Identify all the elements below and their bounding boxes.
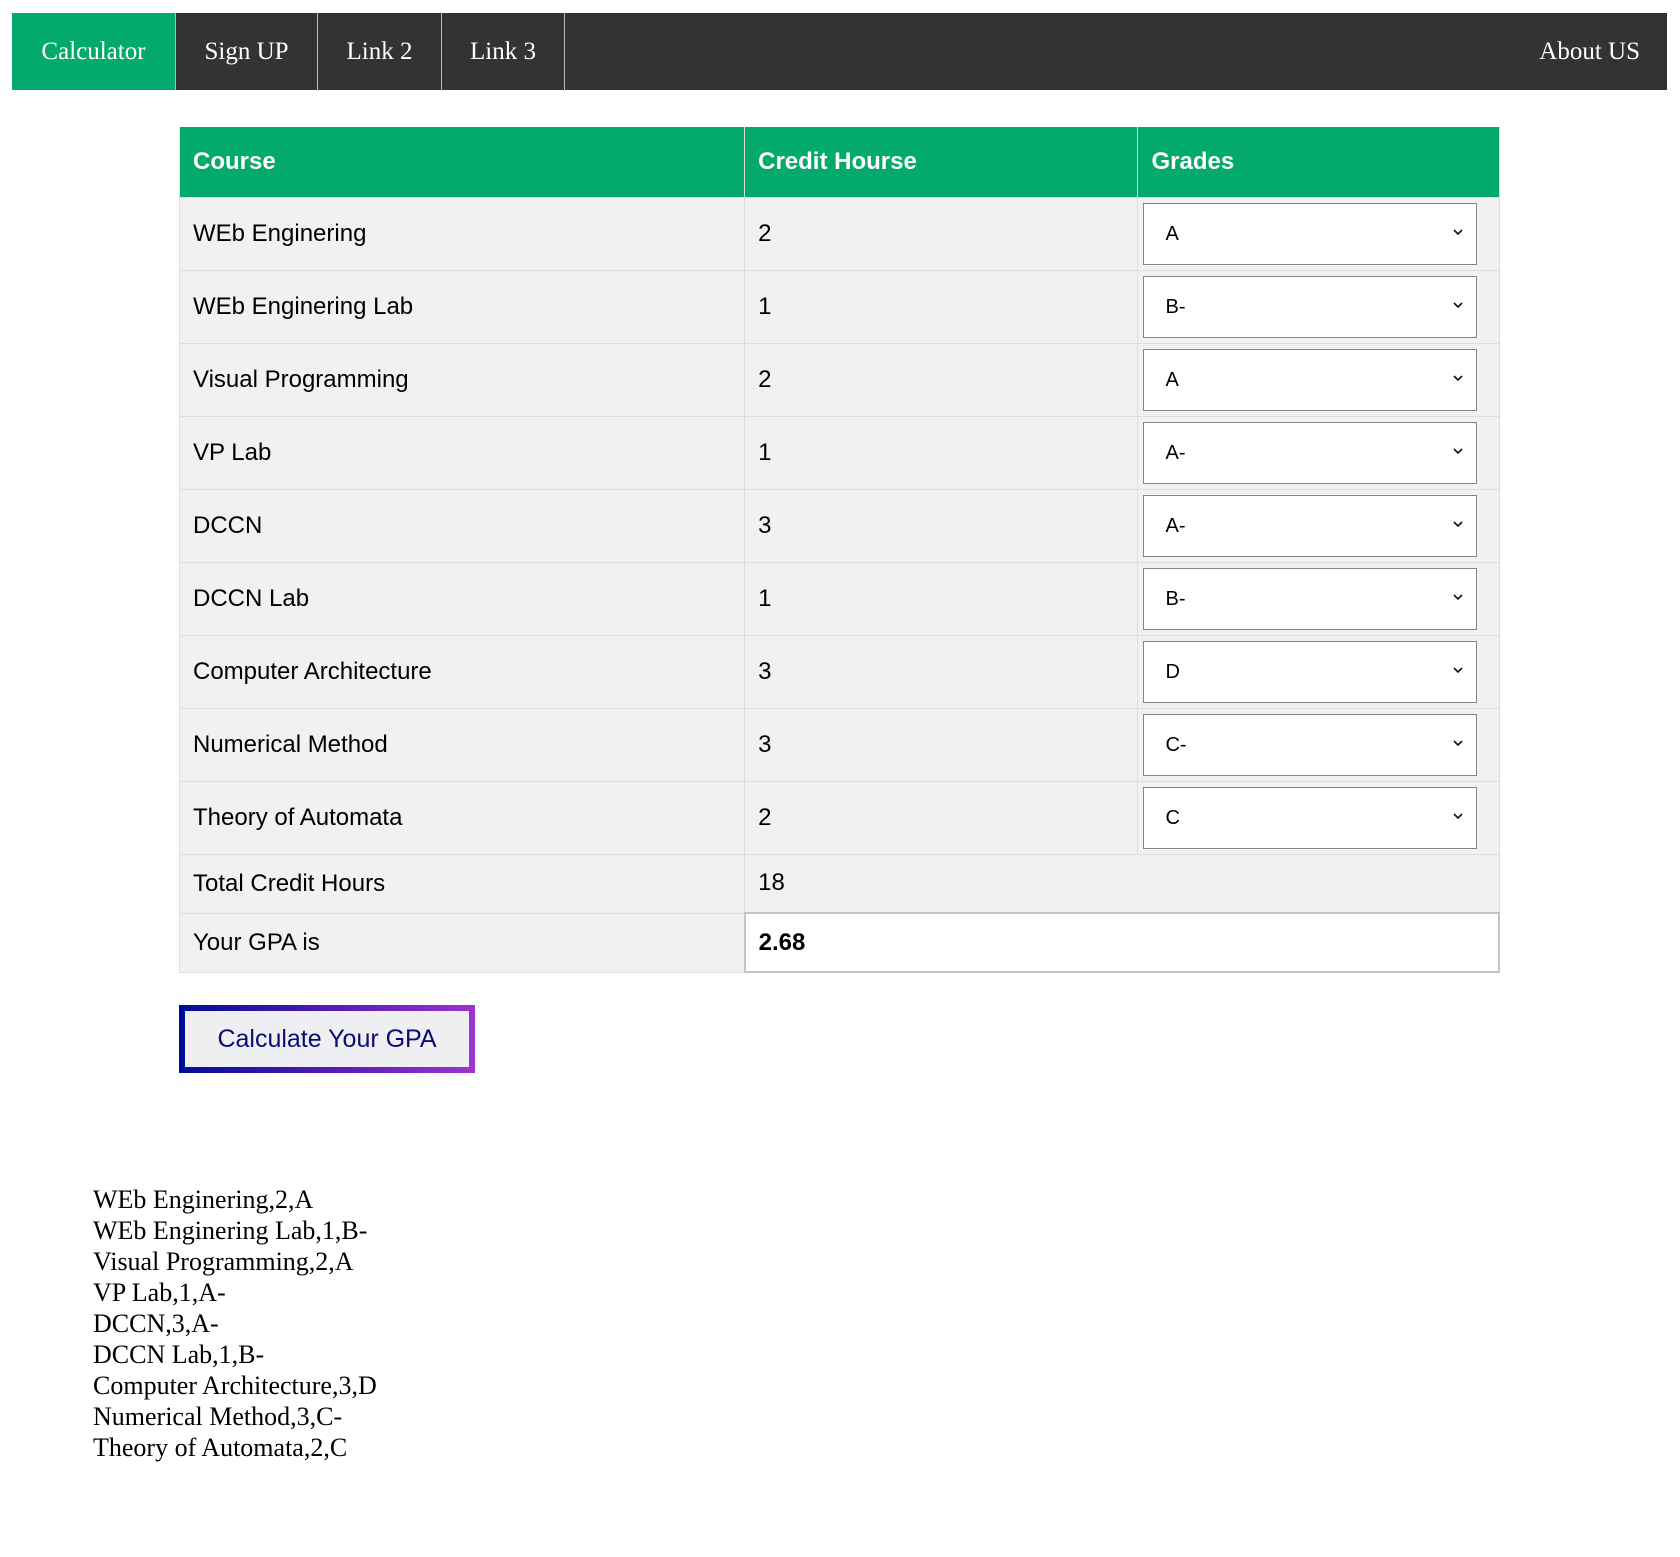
course-name: VP Lab bbox=[178, 415, 746, 490]
output-line: VP Lab,1,A- bbox=[93, 1278, 226, 1307]
credit-hours: 2 bbox=[744, 196, 1139, 271]
course-name: DCCN bbox=[178, 488, 746, 563]
gpa-label: Your GPA is bbox=[178, 912, 746, 973]
grade-select[interactable]: B- bbox=[1143, 567, 1478, 630]
course-row: WEb Enginering Lab 1 B- bbox=[178, 269, 1500, 344]
course-name: WEb Enginering Lab bbox=[178, 269, 746, 344]
grade-select[interactable]: C- bbox=[1143, 713, 1478, 776]
course-row: Computer Architecture 3 D bbox=[178, 634, 1500, 709]
output-line: DCCN,3,A- bbox=[93, 1309, 219, 1338]
grade-select[interactable]: A bbox=[1143, 348, 1478, 411]
course-name: Theory of Automata bbox=[178, 780, 746, 855]
grade-cell: D bbox=[1137, 634, 1500, 709]
header-grades: Grades bbox=[1137, 127, 1500, 198]
nav-item-link-2[interactable]: Link 2 bbox=[318, 13, 442, 90]
calculate-gpa-button[interactable]: Calculate Your GPA bbox=[179, 1005, 475, 1073]
course-row: Visual Programming 2 A bbox=[178, 342, 1500, 417]
credit-hours: 1 bbox=[744, 415, 1139, 490]
grade-cell: C- bbox=[1137, 707, 1500, 782]
header-course: Course bbox=[178, 127, 746, 198]
grade-cell: B- bbox=[1137, 561, 1500, 636]
total-credit-row: Total Credit Hours 18 bbox=[178, 853, 1500, 914]
grade-select[interactable]: B- bbox=[1143, 275, 1478, 338]
output-line: WEb Enginering Lab,1,B- bbox=[93, 1216, 368, 1245]
table-header-row: Course Credit Hourse Grades bbox=[178, 127, 1500, 198]
credit-hours: 1 bbox=[744, 269, 1139, 344]
header-credit-hours: Credit Hourse bbox=[744, 127, 1139, 198]
nav-item-calculator[interactable]: Calculator bbox=[12, 13, 176, 90]
gpa-result-row: Your GPA is 2.68 bbox=[178, 912, 1501, 973]
credit-hours: 2 bbox=[744, 342, 1139, 417]
course-row: DCCN 3 A- bbox=[178, 488, 1500, 563]
course-row: WEb Enginering 2 A bbox=[178, 196, 1500, 271]
top-navigation-bar: Calculator Sign UP Link 2 Link 3 About U… bbox=[12, 13, 1667, 90]
grade-cell: A bbox=[1137, 342, 1500, 417]
grade-select-wrapper: D bbox=[1143, 640, 1478, 703]
gpa-table: Course Credit Hourse Grades WEb Engineri… bbox=[178, 127, 1501, 973]
credit-hours: 3 bbox=[744, 488, 1139, 563]
nav-item-sign-up[interactable]: Sign UP bbox=[176, 13, 318, 90]
output-line: Computer Architecture,3,D bbox=[93, 1371, 377, 1400]
course-name: Numerical Method bbox=[178, 707, 746, 782]
grade-cell: A bbox=[1137, 196, 1500, 271]
grade-cell: B- bbox=[1137, 269, 1500, 344]
grade-select-wrapper: C bbox=[1143, 786, 1478, 849]
course-name: WEb Enginering bbox=[178, 196, 746, 271]
grade-cell: A- bbox=[1137, 415, 1500, 490]
output-line: WEb Enginering,2,A bbox=[93, 1185, 314, 1214]
grade-select[interactable]: A- bbox=[1143, 421, 1478, 484]
grade-select[interactable]: D bbox=[1143, 640, 1478, 703]
credit-hours: 3 bbox=[744, 707, 1139, 782]
grade-select[interactable]: A- bbox=[1143, 494, 1478, 557]
total-credit-label: Total Credit Hours bbox=[178, 853, 746, 914]
credit-hours: 3 bbox=[744, 634, 1139, 709]
nav-item-about-us[interactable]: About US bbox=[1539, 13, 1667, 90]
course-rows: WEb Enginering 2 A WEb Enginering Lab 1 B- Vis… bbox=[178, 196, 1500, 855]
gpa-value: 2.68 bbox=[743, 912, 1501, 973]
grade-select-wrapper: A- bbox=[1143, 494, 1478, 557]
course-row: Theory of Automata 2 C bbox=[178, 780, 1500, 855]
course-summary-output: WEb Enginering,2,A WEb Enginering Lab,1,B… bbox=[93, 1184, 377, 1463]
total-credit-value: 18 bbox=[744, 853, 1500, 914]
course-row: DCCN Lab 1 B- bbox=[178, 561, 1500, 636]
output-line: Theory of Automata,2,C bbox=[93, 1433, 348, 1462]
credit-hours: 1 bbox=[744, 561, 1139, 636]
grade-select[interactable]: C bbox=[1143, 786, 1478, 849]
nav-item-link-3[interactable]: Link 3 bbox=[442, 13, 565, 90]
output-line: DCCN Lab,1,B- bbox=[93, 1340, 265, 1369]
output-line: Numerical Method,3,C- bbox=[93, 1402, 343, 1431]
course-row: VP Lab 1 A- bbox=[178, 415, 1500, 490]
grade-select-wrapper: A bbox=[1143, 348, 1478, 411]
grade-select-wrapper: C- bbox=[1143, 713, 1478, 776]
grade-select-wrapper: A bbox=[1143, 202, 1478, 265]
course-name: DCCN Lab bbox=[178, 561, 746, 636]
course-row: Numerical Method 3 C- bbox=[178, 707, 1500, 782]
grade-select[interactable]: A bbox=[1143, 202, 1478, 265]
grade-cell: C bbox=[1137, 780, 1500, 855]
credit-hours: 2 bbox=[744, 780, 1139, 855]
grade-cell: A- bbox=[1137, 488, 1500, 563]
course-name: Visual Programming bbox=[178, 342, 746, 417]
course-name: Computer Architecture bbox=[178, 634, 746, 709]
grade-select-wrapper: B- bbox=[1143, 275, 1478, 338]
output-line: Visual Programming,2,A bbox=[93, 1247, 354, 1276]
grade-select-wrapper: A- bbox=[1143, 421, 1478, 484]
grade-select-wrapper: B- bbox=[1143, 567, 1478, 630]
